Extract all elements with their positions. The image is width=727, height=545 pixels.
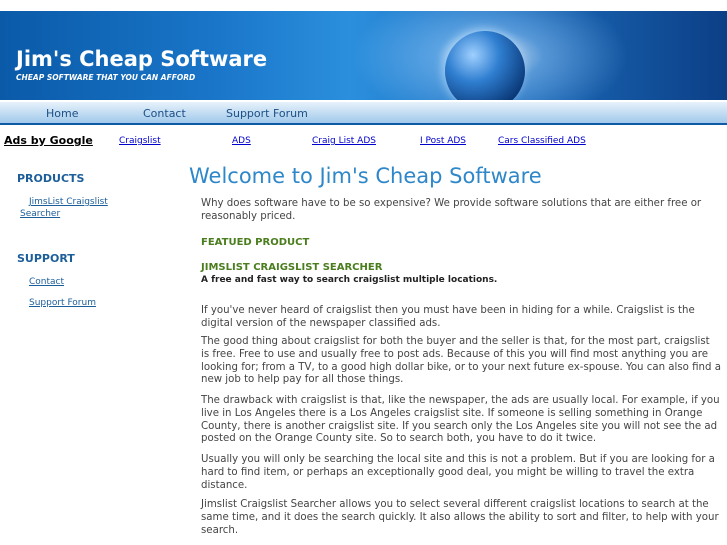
ads-by-google-label[interactable]: Ads by Google	[4, 134, 93, 147]
ad-link-i-post-ads[interactable]: I Post ADS	[420, 136, 466, 146]
nav-bottom-border	[0, 123, 727, 125]
product-tagline: A free and fast way to search craigslist…	[201, 275, 498, 285]
sidebar-support-heading: SUPPORT	[17, 252, 75, 265]
product-name: JIMSLIST CRAIGSLIST SEARCHER	[201, 262, 383, 273]
site-title: Jim's Cheap Software	[16, 47, 268, 71]
featured-product-label: FEATUED PRODUCT	[201, 237, 310, 248]
body-paragraph-3: The drawback with craigslist is that, li…	[201, 395, 720, 445]
ad-link-ads[interactable]: ADS	[232, 136, 251, 146]
main-nav: Home Contact Support Forum	[0, 100, 727, 125]
page-heading: Welcome to Jim's Cheap Software	[189, 164, 542, 188]
sidebar-link-support-forum[interactable]: Support Forum	[29, 297, 96, 309]
header-banner: Jim's Cheap Software CHEAP SOFTWARE THAT…	[0, 11, 727, 100]
body-paragraph-5: Jimslist Craigslist Searcher allows you …	[201, 499, 719, 536]
nav-home[interactable]: Home	[46, 107, 78, 120]
nav-support-forum[interactable]: Support Forum	[226, 107, 308, 120]
top-strip	[0, 0, 727, 11]
body-paragraph-1: If you've never heard of craigslist then…	[201, 305, 695, 329]
ad-link-craigslist[interactable]: Craigslist	[119, 136, 161, 146]
sidebar-products-heading: PRODUCTS	[17, 172, 85, 185]
sidebar-link-jimslist[interactable]: JimsList Craigslist Searcher	[20, 196, 130, 220]
ad-link-craig-list-ads[interactable]: Craig List ADS	[312, 136, 376, 146]
ad-link-cars-classified-ads[interactable]: Cars Classified ADS	[498, 136, 586, 146]
body-paragraph-4: Usually you will only be searching the l…	[201, 454, 715, 491]
site-tagline: CHEAP SOFTWARE THAT YOU CAN AFFORD	[16, 73, 196, 82]
nav-contact[interactable]: Contact	[143, 107, 186, 120]
sidebar-link-contact[interactable]: Contact	[29, 276, 64, 288]
ad-links-bar: Ads by Google Craigslist ADS Craig List …	[0, 131, 727, 151]
body-paragraph-2: The good thing about craigslist for both…	[201, 336, 721, 386]
intro-paragraph: Why does software have to be so expensiv…	[201, 198, 702, 222]
